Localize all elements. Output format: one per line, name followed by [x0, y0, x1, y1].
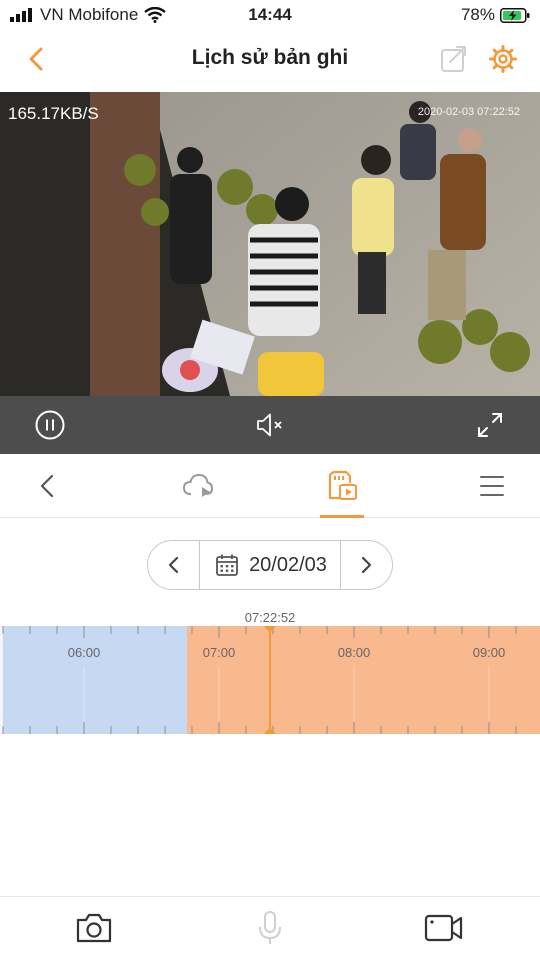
timeline-hour-label: 09:00 [473, 645, 506, 660]
camera-icon[interactable] [74, 910, 114, 946]
fullscreen-icon[interactable] [474, 409, 506, 441]
microphone-icon[interactable] [250, 910, 290, 946]
speaker-muted-icon[interactable] [254, 409, 286, 441]
video-timestamp: 2020-02-03 07:22:52 [417, 106, 520, 118]
timeline-hour-label: 06:00 [68, 645, 101, 660]
cloud-recording-segment [3, 626, 187, 734]
next-date-button[interactable] [340, 541, 392, 589]
status-bar: VN Mobifone 14:44 78% [0, 0, 540, 30]
nav-bar: Lịch sử bản ghi [0, 30, 540, 92]
active-tab-indicator [320, 515, 364, 518]
pause-icon[interactable] [34, 409, 66, 441]
status-time: 14:44 [248, 5, 292, 24]
sdcard-playback-icon[interactable] [324, 468, 360, 504]
video-record-icon[interactable] [424, 910, 464, 946]
chevron-left-icon[interactable] [30, 468, 66, 504]
date-picker: 20/02/03 [147, 540, 393, 590]
video-feed[interactable]: 165.17KB/S 2020-02-03 07:22:52 [0, 92, 540, 396]
date-selector[interactable]: 20/02/03 [200, 541, 342, 589]
recording-timeline[interactable]: 06:00 07:00 08:00 09:00 [0, 626, 540, 734]
cloud-playback-icon[interactable] [180, 468, 216, 504]
bottom-action-bar [0, 896, 540, 960]
battery-charging-icon [500, 7, 530, 23]
bitrate-label: 165.17KB/S [8, 104, 99, 123]
chevron-right-icon [361, 556, 372, 574]
selected-date: 20/02/03 [249, 553, 327, 576]
timeline-track[interactable]: 06:00 07:00 08:00 09:00 [0, 626, 540, 734]
sdcard-recording-segment [187, 626, 540, 734]
battery-percent: 78% [460, 5, 495, 24]
gear-icon[interactable] [488, 44, 518, 74]
timeline-hour-label: 07:00 [203, 645, 236, 660]
video-frame-image [0, 92, 540, 396]
video-controls [0, 396, 540, 454]
share-icon[interactable] [440, 45, 468, 73]
previous-date-button[interactable] [148, 541, 200, 589]
chevron-left-icon [168, 556, 179, 574]
menu-icon[interactable] [474, 468, 510, 504]
status-right: 78% [461, 5, 530, 25]
calendar-icon [216, 554, 238, 576]
playback-tabs [0, 454, 540, 518]
timeline-cursor-time: 07:22:52 [244, 610, 296, 625]
timeline-hour-label: 08:00 [338, 645, 371, 660]
